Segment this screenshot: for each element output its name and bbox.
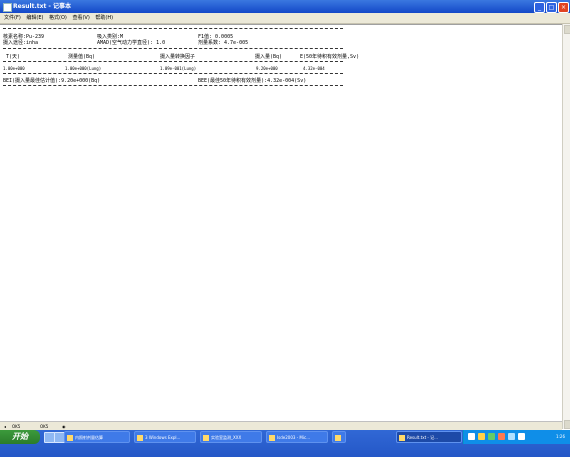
scroll-up-arrow[interactable] <box>564 25 570 34</box>
title-bar: Result.txt - 记事本 _ □ × <box>0 0 570 13</box>
column-header-dose: E(50年待积有效剂量,Sv) <box>300 54 360 60</box>
task-button[interactable] <box>332 431 346 443</box>
separator-line <box>3 73 343 74</box>
window-title: Result.txt - 记事本 <box>13 3 72 10</box>
row-dose: 4.32e-004 <box>303 66 325 71</box>
separator-line <box>3 61 343 62</box>
folder-icon <box>137 435 143 441</box>
minimize-button[interactable]: _ <box>534 2 545 13</box>
separator-line <box>3 28 343 29</box>
row-intake: 9.20e+000 <box>256 66 278 71</box>
task-button-active[interactable]: Result.txt - 记... <box>396 431 462 443</box>
app-icon <box>335 435 341 441</box>
tray-icon[interactable] <box>478 433 485 440</box>
row-time: 1.00e+000 <box>3 66 25 71</box>
taskbar: 开始 内照射剂量估算 3 Windows Expl... 实验室监测_XXX I… <box>0 430 570 457</box>
app-icon <box>269 435 275 441</box>
tray-icon[interactable] <box>518 433 525 440</box>
notepad-icon <box>399 435 405 441</box>
column-header-factor: 摄入量转换因子 <box>160 54 196 60</box>
notepad-icon <box>3 3 12 12</box>
dose-coefficient: 剂量系数: 4.7e-005 <box>198 40 249 46</box>
start-button[interactable]: 开始 <box>0 430 40 444</box>
menu-view[interactable]: 查看(V) <box>72 13 89 23</box>
text-editor[interactable]: 核素名称:Pu-239 吸入类别:M F1值: 0.0005 摄入途径:inha… <box>0 24 562 422</box>
vertical-scrollbar[interactable] <box>562 24 570 429</box>
app-icon <box>67 435 73 441</box>
row-measured: 1.00e+000(Lung) <box>65 66 102 71</box>
intake-route: 摄入途径:inha <box>3 40 39 46</box>
menu-format[interactable]: 格式(O) <box>49 13 67 23</box>
amad-value: AMAD(空气动力学直径): 1.0 <box>97 40 166 46</box>
tray-icon[interactable] <box>498 433 505 440</box>
bei-summary: BEI(摄入量最佳估计值):9.20e+000(Bq) <box>3 78 101 84</box>
row-factor: 1.09e-001(Lung) <box>160 66 197 71</box>
menu-edit[interactable]: 编辑(E) <box>26 13 43 23</box>
close-button[interactable]: × <box>558 2 569 13</box>
clock[interactable]: 1:26 <box>556 430 565 444</box>
scroll-down-arrow[interactable] <box>564 420 570 429</box>
task-button[interactable]: Isde2003 - Mic... <box>266 431 328 443</box>
task-button[interactable]: 实验室监测_XXX <box>200 431 262 443</box>
separator-line <box>3 85 343 86</box>
menu-file[interactable]: 文件(F) <box>4 13 21 23</box>
column-header-measured: 测量值(Bq) <box>68 54 96 60</box>
tray-icon[interactable] <box>508 433 515 440</box>
column-header-time: T(天) <box>6 54 21 60</box>
bee-summary: BEE(最佳50年待积有效剂量):4.32e-004(Sv) <box>198 78 307 84</box>
separator-line <box>3 48 343 49</box>
tray-icon[interactable] <box>488 433 495 440</box>
app-icon <box>203 435 209 441</box>
system-tray: 1:26 <box>463 430 570 444</box>
column-header-intake: 摄入量(Bq) <box>255 54 283 60</box>
maximize-button[interactable]: □ <box>546 2 557 13</box>
tray-icon[interactable] <box>468 433 475 440</box>
menu-help[interactable]: 帮助(H) <box>95 13 113 23</box>
menu-bar: 文件(F) 编辑(E) 格式(O) 查看(V) 帮助(H) <box>0 13 570 24</box>
task-button[interactable]: 内照射剂量估算 <box>64 431 130 443</box>
task-button[interactable]: 3 Windows Expl... <box>134 431 196 443</box>
